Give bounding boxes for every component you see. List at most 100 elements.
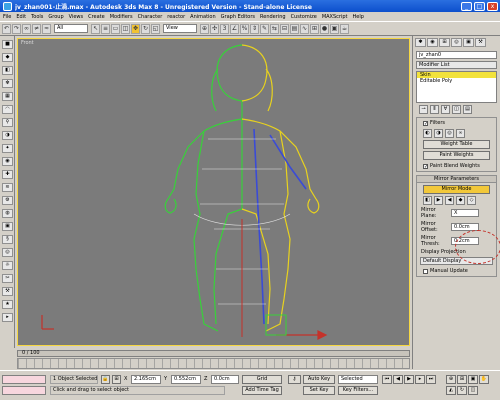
mirror-mode-button[interactable]: Mirror Mode bbox=[423, 185, 490, 194]
menu-modifiers[interactable]: Modifiers bbox=[110, 14, 133, 20]
orbit-icon[interactable]: ↻ bbox=[457, 386, 467, 395]
mirror-paste-icon[interactable]: ◧ bbox=[423, 196, 432, 205]
tab-maxscript-icon[interactable]: § bbox=[2, 235, 13, 244]
tab-cameras-icon[interactable]: ◉ bbox=[2, 157, 13, 166]
weight-table-button[interactable]: Weight Table bbox=[423, 140, 490, 149]
key-filters-button[interactable]: Key Filters... bbox=[338, 386, 378, 395]
stack-item-editable-poly[interactable]: Editable Poly bbox=[417, 78, 496, 84]
pan-icon[interactable]: ✋ bbox=[479, 375, 489, 384]
tab-modifiers-icon[interactable]: ◑ bbox=[2, 131, 13, 140]
paste-blue-to-green-icon[interactable]: ◀ bbox=[445, 196, 454, 205]
manual-update-checkbox[interactable] bbox=[423, 268, 428, 274]
lock-selection-icon[interactable]: 🔒 bbox=[101, 375, 110, 384]
next-frame-icon[interactable]: ▸ bbox=[415, 375, 425, 384]
named-selection-icon[interactable]: ✎ bbox=[260, 23, 269, 34]
pin-stack-icon[interactable]: ⊸ bbox=[419, 105, 428, 114]
maxscript-mini-listener[interactable] bbox=[2, 386, 46, 395]
make-unique-icon[interactable]: ∀ bbox=[441, 105, 450, 114]
zoom-icon[interactable]: ⊕ bbox=[446, 375, 456, 384]
unlink-icon[interactable]: ≠ bbox=[32, 23, 41, 34]
tab-lights-icon[interactable]: ✦ bbox=[2, 144, 13, 153]
tab-nurbs-icon[interactable]: ◠ bbox=[2, 105, 13, 114]
mirror-plane-dropdown[interactable]: X bbox=[451, 209, 479, 217]
maximize-viewport-icon[interactable]: ◫ bbox=[468, 386, 478, 395]
x-coordinate-field[interactable]: 2.165cm bbox=[131, 375, 161, 384]
move-icon[interactable]: ✥ bbox=[131, 23, 140, 34]
grow-selection-icon[interactable]: ◐ bbox=[423, 129, 432, 138]
mirror-icon[interactable]: ⇆ bbox=[270, 23, 279, 34]
z-coordinate-field[interactable]: 0.0cm bbox=[211, 375, 239, 384]
paste-green-bones-icon[interactable]: ◇ bbox=[467, 196, 476, 205]
tab-dynamics-icon[interactable]: ⚲ bbox=[2, 118, 13, 127]
front-viewport[interactable]: Front bbox=[17, 38, 410, 346]
go-to-end-icon[interactable]: ⏭ bbox=[426, 375, 436, 384]
select-object-icon[interactable]: ↖ bbox=[91, 23, 100, 34]
snap-toggle-icon[interactable]: 3 bbox=[220, 23, 229, 34]
tab-objects-icon[interactable]: ■ bbox=[2, 40, 13, 49]
render-setup-icon[interactable]: ▣ bbox=[330, 23, 339, 34]
grid-icon[interactable]: Grid bbox=[242, 375, 282, 384]
mirror-parameters-header[interactable]: Mirror Parameters bbox=[417, 176, 496, 183]
bind-space-warp-icon[interactable]: ≈ bbox=[42, 23, 51, 34]
menu-tools[interactable]: Tools bbox=[31, 14, 43, 20]
field-of-view-icon[interactable]: ◭ bbox=[446, 386, 456, 395]
tab-compounds-icon[interactable]: ◧ bbox=[2, 66, 13, 75]
play-icon[interactable]: ▶ bbox=[404, 375, 414, 384]
scale-icon[interactable]: ◱ bbox=[151, 23, 160, 34]
go-to-start-icon[interactable]: ⏮ bbox=[382, 375, 392, 384]
tab-tools-icon[interactable]: ✂ bbox=[2, 274, 13, 283]
auto-key-button[interactable]: Auto Key bbox=[303, 375, 335, 384]
tab-extra-icon[interactable]: ▸ bbox=[2, 313, 13, 322]
modify-tab-icon[interactable]: ◉ bbox=[427, 38, 438, 47]
window-crossing-icon[interactable]: ◫ bbox=[121, 23, 130, 34]
shrink-selection-icon[interactable]: ◑ bbox=[434, 129, 443, 138]
select-by-name-icon[interactable]: ≡ bbox=[101, 23, 110, 34]
hierarchy-tab-icon[interactable]: ⊞ bbox=[439, 38, 450, 47]
menu-customize[interactable]: Customize bbox=[291, 14, 317, 20]
angle-snap-icon[interactable]: ∠ bbox=[230, 23, 239, 34]
tab-reactor-icon[interactable]: ◍ bbox=[2, 209, 13, 218]
motion-tab-icon[interactable]: ◎ bbox=[451, 38, 462, 47]
display-tab-icon[interactable]: ▣ bbox=[463, 38, 474, 47]
tab-light-tracer-icon[interactable]: ☼ bbox=[2, 261, 13, 270]
tab-utilities-icon[interactable]: ⚒ bbox=[2, 287, 13, 296]
quick-render-icon[interactable]: ☕ bbox=[340, 23, 349, 34]
add-time-tag-button[interactable]: Add Time Tag bbox=[242, 386, 282, 395]
paste-green-to-blue-icon[interactable]: ▶ bbox=[434, 196, 443, 205]
ring-selection-icon[interactable]: ◎ bbox=[445, 129, 454, 138]
manipulate-icon[interactable]: ✣ bbox=[210, 23, 219, 34]
show-end-result-icon[interactable]: Ⅱ bbox=[430, 105, 439, 114]
modifier-list-dropdown[interactable]: Modifier List bbox=[416, 61, 497, 69]
selection-filter-dropdown[interactable]: All bbox=[54, 24, 88, 33]
filters-checkbox[interactable]: ✓ bbox=[423, 120, 428, 126]
create-tab-icon[interactable]: ✱ bbox=[415, 38, 426, 47]
menu-reactor[interactable]: reactor bbox=[167, 14, 185, 20]
material-editor-icon[interactable]: ● bbox=[320, 23, 329, 34]
remove-modifier-icon[interactable]: ◫ bbox=[452, 105, 461, 114]
time-slider[interactable]: 0 / 100 bbox=[17, 350, 410, 357]
tab-patch-icon[interactable]: ▦ bbox=[2, 92, 13, 101]
paint-weights-button[interactable]: Paint Weights bbox=[423, 151, 490, 160]
set-key-button[interactable]: Set Key bbox=[303, 386, 335, 395]
tab-camera-matching-icon[interactable]: ◎ bbox=[2, 248, 13, 257]
menu-character[interactable]: Character bbox=[138, 14, 163, 20]
previous-frame-icon[interactable]: ◀ bbox=[393, 375, 403, 384]
reference-coord-dropdown[interactable]: View bbox=[163, 24, 197, 33]
undo-icon[interactable]: ↶ bbox=[2, 23, 11, 34]
schematic-view-icon[interactable]: ⊞ bbox=[310, 23, 319, 34]
percent-snap-icon[interactable]: % bbox=[240, 23, 249, 34]
menu-rendering[interactable]: Rendering bbox=[260, 14, 286, 20]
maxscript-listener[interactable] bbox=[2, 375, 46, 384]
utilities-tab-icon[interactable]: ⚒ bbox=[475, 38, 486, 47]
menu-edit[interactable]: Edit bbox=[16, 14, 26, 20]
menu-create[interactable]: Create bbox=[88, 14, 105, 20]
menu-group[interactable]: Group bbox=[48, 14, 63, 20]
rect-selection-icon[interactable]: ▭ bbox=[111, 23, 120, 34]
y-coordinate-field[interactable]: 0.552cm bbox=[171, 375, 201, 384]
tab-spacewarps-icon[interactable]: ≋ bbox=[2, 183, 13, 192]
configure-sets-icon[interactable]: ▤ bbox=[463, 105, 472, 114]
curve-editor-icon[interactable]: ∿ bbox=[300, 23, 309, 34]
paste-blue-bones-icon[interactable]: ◆ bbox=[456, 196, 465, 205]
link-icon[interactable]: ∞ bbox=[22, 23, 31, 34]
menu-animation[interactable]: Animation bbox=[190, 14, 216, 20]
